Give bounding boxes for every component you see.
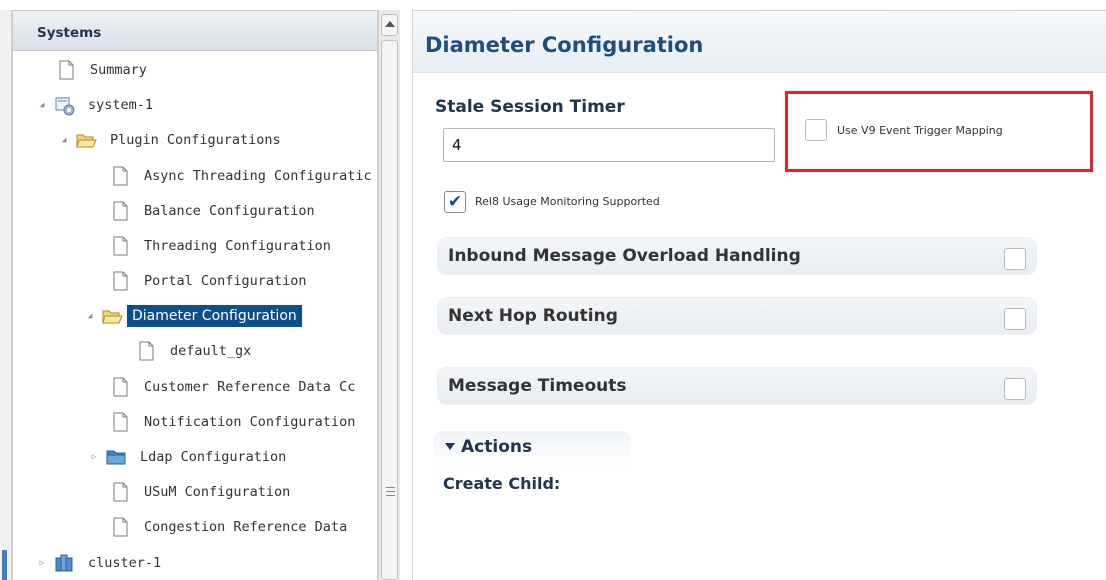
expand-arrow-icon[interactable]: ◢ [57, 135, 71, 144]
tree-header: Systems [13, 11, 377, 51]
actions-title: Actions [461, 437, 533, 457]
stale-session-timer-label: Stale Session Timer [435, 97, 625, 117]
document-icon [55, 59, 77, 81]
section-title: Inbound Message Overload Handling [448, 246, 801, 266]
tree-scrollbar[interactable] [378, 10, 400, 580]
tree-item-system-1[interactable]: ◢ system-1 [35, 91, 158, 118]
section-inbound-message-overload[interactable]: Inbound Message Overload Handling [437, 237, 1037, 275]
folder-open-icon [101, 305, 123, 327]
tree-item-label: Async Threading Configuratic [144, 167, 372, 184]
tree-item-summary[interactable]: Summary [55, 56, 152, 83]
rel8-usage-monitoring-label: Rel8 Usage Monitoring Supported [475, 195, 660, 208]
left-edge-indicator [2, 550, 7, 580]
document-icon [109, 270, 131, 292]
stale-session-timer-input[interactable] [443, 128, 775, 162]
cluster-icon [53, 552, 75, 574]
tree-item-label: Portal Configuration [144, 272, 307, 289]
systems-tree-panel: Systems Summary ◢ system-1 ◢ Plugin Conf… [12, 10, 378, 580]
tree-item-default-gx[interactable]: default_gx [135, 337, 256, 364]
tree-item-label: Diameter Configuration [127, 304, 302, 327]
tree-item-label: Balance Configuration [144, 202, 315, 219]
scroll-thumb[interactable] [381, 40, 398, 580]
folder-closed-icon [105, 446, 127, 468]
tree-item-cluster-1[interactable]: ▷ cluster-1 [35, 549, 166, 576]
document-icon [109, 235, 131, 257]
document-icon [109, 376, 131, 398]
collapse-arrow-icon[interactable]: ▷ [35, 558, 49, 567]
caret-down-icon [445, 443, 455, 450]
tree-item-plugin-configurations[interactable]: ◢ Plugin Configurations [57, 126, 286, 153]
document-icon [109, 411, 131, 433]
section-title: Message Timeouts [448, 376, 627, 396]
actions-panel-header[interactable]: Actions [433, 431, 631, 467]
tree-item-balance-configuration[interactable]: Balance Configuration [109, 197, 320, 224]
tree-item-congestion-reference-data[interactable]: Congestion Reference Data [109, 513, 352, 540]
tree-item-notification-configuration[interactable]: Notification Configuration [109, 408, 360, 435]
document-icon [109, 516, 131, 538]
document-icon [109, 200, 131, 222]
tree-item-label: Threading Configuration [144, 237, 331, 254]
section-toggle-checkbox[interactable] [1004, 378, 1026, 400]
tree-item-label: Notification Configuration [144, 413, 356, 430]
tree-item-threading-configuration[interactable]: Threading Configuration [109, 232, 336, 259]
tree-item-usum-configuration[interactable]: USuM Configuration [109, 478, 295, 505]
document-icon [109, 481, 131, 503]
tree-item-label: USuM Configuration [144, 483, 291, 500]
page-title: Diameter Configuration [413, 11, 1106, 73]
v9-event-trigger-mapping-checkbox[interactable] [805, 119, 827, 141]
document-icon [109, 165, 131, 187]
tree-item-async-threading[interactable]: Async Threading Configuratic [109, 162, 377, 189]
folder-open-icon [75, 129, 97, 151]
section-next-hop-routing[interactable]: Next Hop Routing [437, 297, 1037, 335]
tree-item-label: Plugin Configurations [110, 131, 281, 148]
system-icon [53, 94, 75, 116]
section-title: Next Hop Routing [448, 306, 618, 326]
left-edge-strip [0, 10, 12, 580]
tree-item-diameter-configuration[interactable]: ◢ Diameter Configuration [83, 302, 302, 329]
tree-item-label: Summary [90, 61, 147, 78]
v9-event-trigger-mapping-label: Use V9 Event Trigger Mapping [837, 124, 1003, 137]
main-panel: Diameter Configuration Stale Session Tim… [412, 10, 1106, 580]
tree-item-label: default_gx [170, 342, 252, 359]
collapse-arrow-icon[interactable]: ▷ [87, 452, 101, 461]
create-child-label: Create Child: [443, 474, 561, 493]
tree-item-label: Ldap Configuration [140, 448, 287, 465]
rel8-usage-monitoring-checkbox[interactable] [444, 191, 466, 213]
expand-arrow-icon[interactable]: ◢ [35, 100, 49, 109]
tree-item-label: system-1 [88, 96, 154, 113]
scroll-up-button[interactable] [381, 14, 398, 36]
section-toggle-checkbox[interactable] [1004, 248, 1026, 270]
tree-item-label: Customer Reference Data Cc [144, 378, 356, 395]
grip-icon [386, 487, 395, 496]
tree-item-portal-configuration[interactable]: Portal Configuration [109, 267, 312, 294]
tree-item-label: Congestion Reference Data [144, 518, 348, 535]
expand-arrow-icon[interactable]: ◢ [83, 311, 97, 320]
section-message-timeouts[interactable]: Message Timeouts [437, 367, 1037, 405]
tree-item-label: cluster-1 [88, 554, 162, 571]
tree-item-customer-reference-data[interactable]: Customer Reference Data Cc [109, 373, 360, 400]
section-toggle-checkbox[interactable] [1004, 308, 1026, 330]
document-icon [135, 340, 157, 362]
tree-item-ldap-configuration[interactable]: ▷ Ldap Configuration [87, 443, 291, 470]
